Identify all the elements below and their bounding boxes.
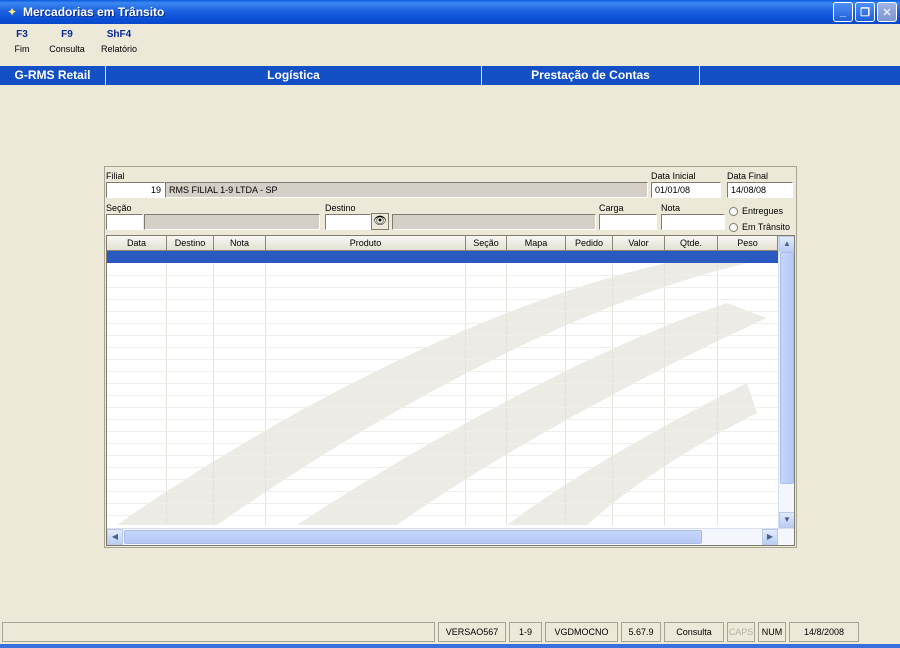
status-filial: 1-9 bbox=[509, 622, 542, 642]
horizontal-scrollbar[interactable]: ◀ ▶ bbox=[107, 528, 794, 545]
data-inicial-field[interactable]: 01/01/08 bbox=[651, 182, 721, 198]
column-header-destino[interactable]: Destino bbox=[167, 236, 214, 251]
fkey-key: F9 bbox=[61, 29, 73, 40]
menu-item-prestacao-de-contas[interactable]: Prestação de Contas bbox=[482, 66, 700, 85]
data-final-field[interactable]: 14/08/08 bbox=[727, 182, 793, 198]
status-caps: CAPS bbox=[727, 622, 755, 642]
scroll-up-button[interactable]: ▲ bbox=[779, 236, 794, 252]
status-user: VGDMOCNO bbox=[545, 622, 618, 642]
status-date: 14/8/2008 bbox=[789, 622, 859, 642]
radio-em-transito-label: Em Trânsito bbox=[742, 222, 791, 232]
window-title: Mercadorias em Trânsito bbox=[23, 5, 165, 19]
minimize-button[interactable]: _ bbox=[833, 2, 853, 22]
scroll-down-button[interactable]: ▼ bbox=[779, 512, 794, 528]
secao-label: Seção bbox=[106, 203, 132, 213]
title-bar: ✦ Mercadorias em Trânsito _ ❐ ✕ bbox=[0, 0, 900, 24]
column-header-nota[interactable]: Nota bbox=[214, 236, 266, 251]
destino-code-field[interactable] bbox=[325, 214, 371, 230]
fkey-relatorio[interactable]: ShF4 Relatório bbox=[90, 28, 148, 62]
function-key-bar: F3 Fim F9 Consulta ShF4 Relatório bbox=[0, 28, 148, 62]
selected-row[interactable] bbox=[107, 251, 778, 263]
radio-entregues-label: Entregues bbox=[742, 206, 784, 216]
status-message bbox=[2, 622, 435, 642]
fkey-label: Fim bbox=[14, 44, 30, 54]
grid-lines bbox=[107, 263, 778, 525]
column-header-data[interactable]: Data bbox=[107, 236, 167, 251]
fkey-key: F3 bbox=[16, 29, 28, 40]
query-panel: Filial 19 RMS FILIAL 1-9 LTDA - SP Data … bbox=[104, 166, 797, 548]
vertical-scroll-thumb[interactable] bbox=[780, 252, 794, 484]
data-final-label: Data Final bbox=[727, 171, 769, 181]
close-button[interactable]: ✕ bbox=[877, 2, 897, 22]
results-grid[interactable]: Data Destino Nota Produto Seção Mapa Ped… bbox=[106, 235, 795, 546]
restore-button[interactable]: ❐ bbox=[855, 2, 875, 22]
status-bar: VERSAO567 1-9 VGDMOCNO 5.67.9 Consulta C… bbox=[0, 622, 900, 644]
column-header-valor[interactable]: Valor bbox=[613, 236, 665, 251]
scroll-left-button[interactable]: ◀ bbox=[107, 529, 123, 545]
binoculars-icon[interactable]: 👁 bbox=[371, 213, 389, 230]
secao-name-field bbox=[144, 214, 320, 230]
destino-name-field bbox=[392, 214, 596, 230]
nota-field[interactable] bbox=[661, 214, 725, 230]
column-header-produto[interactable]: Produto bbox=[266, 236, 466, 251]
destino-label: Destino bbox=[325, 203, 356, 213]
status-num: NUM bbox=[758, 622, 786, 642]
data-inicial-label: Data Inicial bbox=[651, 171, 696, 181]
fkey-label: Consulta bbox=[49, 44, 85, 54]
filial-name-field: RMS FILIAL 1-9 LTDA - SP bbox=[165, 182, 648, 198]
horizontal-scroll-thumb[interactable] bbox=[124, 530, 702, 544]
app-icon: ✦ bbox=[6, 5, 18, 19]
column-header-pedido[interactable]: Pedido bbox=[566, 236, 613, 251]
filial-label: Filial bbox=[106, 171, 125, 181]
grid-header: Data Destino Nota Produto Seção Mapa Ped… bbox=[107, 236, 778, 251]
column-header-peso[interactable]: Peso bbox=[718, 236, 778, 251]
fkey-label: Relatório bbox=[100, 44, 138, 54]
column-header-mapa[interactable]: Mapa bbox=[507, 236, 566, 251]
fkey-consulta[interactable]: F9 Consulta bbox=[44, 28, 90, 62]
nota-label: Nota bbox=[661, 203, 681, 213]
scroll-right-button[interactable]: ▶ bbox=[762, 529, 778, 545]
carga-label: Carga bbox=[599, 203, 624, 213]
radio-entregues[interactable]: Entregues bbox=[729, 206, 783, 216]
window-controls: _ ❐ ✕ bbox=[833, 2, 897, 22]
secao-code-field[interactable] bbox=[106, 214, 143, 230]
status-version: VERSAO567 bbox=[438, 622, 506, 642]
fkey-key: ShF4 bbox=[106, 29, 132, 40]
menu-item-logistica[interactable]: Logística bbox=[106, 66, 482, 85]
menu-item-grms-retail[interactable]: G-RMS Retail bbox=[0, 66, 106, 85]
radio-button bbox=[729, 206, 738, 216]
carga-field[interactable] bbox=[599, 214, 657, 230]
status-mode: Consulta bbox=[664, 622, 724, 642]
column-header-secao[interactable]: Seção bbox=[466, 236, 507, 251]
fkey-fim[interactable]: F3 Fim bbox=[0, 28, 44, 62]
radio-button bbox=[729, 222, 738, 232]
menu-bar: G-RMS Retail Logística Prestação de Cont… bbox=[0, 66, 900, 85]
vertical-scrollbar[interactable]: ▲ ▼ bbox=[778, 236, 794, 528]
taskbar-edge bbox=[0, 644, 900, 648]
radio-em-transito[interactable]: Em Trânsito bbox=[729, 222, 790, 232]
column-header-qtde[interactable]: Qtde. bbox=[665, 236, 718, 251]
status-build: 5.67.9 bbox=[621, 622, 661, 642]
filial-code-field[interactable]: 19 bbox=[106, 182, 165, 198]
